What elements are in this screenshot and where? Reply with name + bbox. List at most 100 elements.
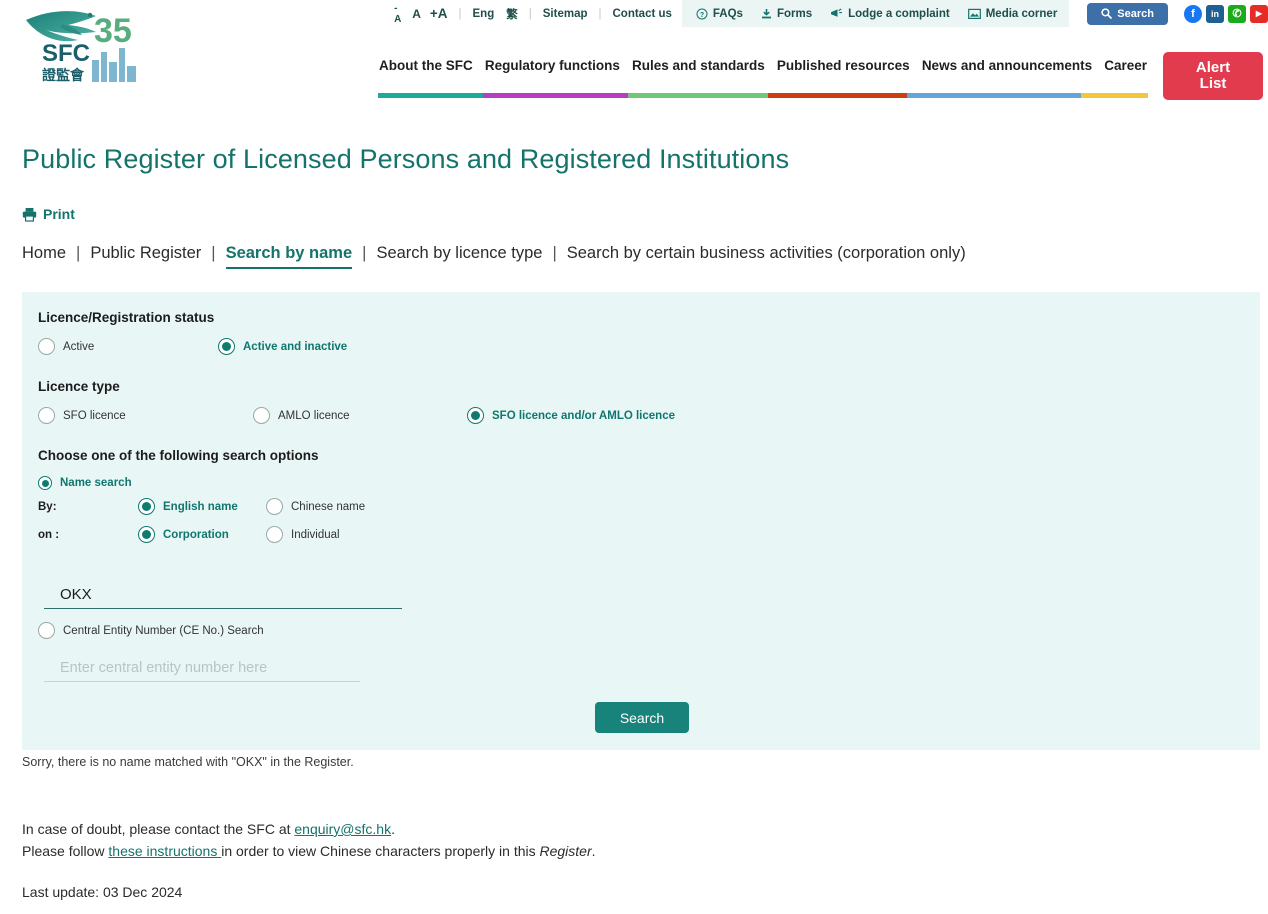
social-links: f in ✆ ▶ xyxy=(1184,4,1268,23)
radio-name-search[interactable]: Name search xyxy=(38,476,132,490)
question-circle-icon: ? xyxy=(696,8,708,20)
crumb-separator-4: | xyxy=(552,244,557,262)
topbar-separator-2: | xyxy=(528,7,532,20)
youtube-icon[interactable]: ▶ xyxy=(1250,4,1268,23)
footer-instructions-mid: in order to view Chinese characters prop… xyxy=(221,842,540,859)
radio-status-active-inactive[interactable]: Active and inactive xyxy=(218,338,347,355)
print-button[interactable]: Print xyxy=(22,206,75,222)
licence-type-group-title: Licence type xyxy=(38,379,120,394)
enquiry-email-link[interactable]: enquiry@sfc.hk xyxy=(294,821,391,837)
font-size-decrease-button[interactable]: -A xyxy=(394,3,403,25)
font-size-normal-button[interactable]: A xyxy=(412,7,421,21)
crumb-separator-2: | xyxy=(211,244,216,262)
sfc-logo[interactable]: 35 SFC 證監會 xyxy=(16,4,151,99)
radio-dot-sfo-licence xyxy=(38,407,55,424)
radio-label-ce-number-search: Central Entity Number (CE No.) Search xyxy=(63,624,264,637)
nav-item-about[interactable]: About the SFC xyxy=(379,58,473,73)
search-submit-button[interactable]: Search xyxy=(595,702,689,733)
media-corner-label: Media corner xyxy=(985,7,1058,20)
footer-contact-post: . xyxy=(391,821,395,837)
radio-chinese-name[interactable]: Chinese name xyxy=(266,498,365,515)
radio-individual[interactable]: Individual xyxy=(266,526,340,543)
svg-text:?: ? xyxy=(700,12,704,19)
printer-icon xyxy=(22,207,37,222)
footer-notes: In case of doubt, please contact the SFC… xyxy=(22,819,596,862)
nav-bar-career xyxy=(1081,93,1148,98)
crumb-home[interactable]: Home xyxy=(22,244,66,263)
crumb-separator-3: | xyxy=(362,244,367,262)
name-search-radio-row: Name search xyxy=(38,476,1260,490)
forms-link[interactable]: Forms xyxy=(761,8,812,20)
radio-sfo-licence[interactable]: SFO licence xyxy=(38,407,253,424)
radio-dot-sfo-and-or-amlo xyxy=(467,407,484,424)
radio-label-english-name: English name xyxy=(163,500,238,513)
site-search-button[interactable]: Search xyxy=(1087,2,1168,25)
linkedin-icon[interactable]: in xyxy=(1206,4,1224,23)
radio-sfo-and-or-amlo[interactable]: SFO licence and/or AMLO licence xyxy=(467,407,675,424)
radio-ce-number-search[interactable]: Central Entity Number (CE No.) Search xyxy=(38,622,264,639)
by-radio-row: By: English name Chinese name xyxy=(38,498,1260,515)
radio-label-chinese-name: Chinese name xyxy=(291,500,366,513)
nav-color-bars xyxy=(378,93,1148,98)
footer-instructions-pre: Please follow xyxy=(22,842,109,859)
radio-label-status-active: Active xyxy=(63,340,95,353)
radio-amlo-licence[interactable]: AMLO licence xyxy=(253,407,467,424)
crumb-search-by-business-activities[interactable]: Search by certain business activities (c… xyxy=(567,244,966,263)
facebook-icon[interactable]: f xyxy=(1184,4,1202,23)
crumb-public-register[interactable]: Public Register xyxy=(90,244,201,263)
nav-bar-rules xyxy=(628,93,768,98)
radio-label-individual: Individual xyxy=(291,528,340,541)
topbar-separator-1: | xyxy=(458,7,462,20)
topbar-separator-3: | xyxy=(598,7,602,20)
font-size-increase-button[interactable]: +A xyxy=(430,6,448,21)
svg-text:證監會: 證監會 xyxy=(42,67,85,84)
alert-list-button[interactable]: Alert List xyxy=(1163,52,1263,100)
search-result-message: Sorry, there is no name matched with "OK… xyxy=(22,755,354,769)
contact-us-link[interactable]: Contact us xyxy=(613,8,672,20)
these-instructions-link[interactable]: these instructions xyxy=(108,843,221,859)
radio-corporation[interactable]: Corporation xyxy=(138,526,266,543)
language-english-link[interactable]: Eng xyxy=(473,8,495,20)
sitemap-link[interactable]: Sitemap xyxy=(543,8,588,20)
crumb-search-by-licence-type[interactable]: Search by licence type xyxy=(376,244,542,263)
radio-label-amlo-licence: AMLO licence xyxy=(278,409,350,422)
nav-item-rules[interactable]: Rules and standards xyxy=(632,58,765,73)
search-icon xyxy=(1101,8,1113,19)
radio-dot-status-active-inactive xyxy=(218,338,235,355)
lodge-complaint-label: Lodge a complaint xyxy=(848,7,950,20)
radio-label-sfo-licence: SFO licence xyxy=(63,409,126,422)
radio-label-status-active-inactive: Active and inactive xyxy=(243,340,348,353)
svg-text:35: 35 xyxy=(94,12,132,50)
radio-english-name[interactable]: English name xyxy=(138,498,266,515)
nav-item-career[interactable]: Career xyxy=(1104,58,1147,73)
radio-dot-name-search xyxy=(38,476,52,490)
nav-bar-about xyxy=(378,93,483,98)
nav-item-published[interactable]: Published resources xyxy=(777,58,910,73)
search-options-group-title: Choose one of the following search optio… xyxy=(38,448,319,463)
breadcrumb: Home | Public Register | Search by name … xyxy=(22,244,966,269)
name-search-input[interactable] xyxy=(44,583,402,609)
language-chinese-link[interactable]: 繁 xyxy=(506,6,518,22)
radio-dot-ce-number-search xyxy=(38,622,55,639)
radio-label-corporation: Corporation xyxy=(163,528,229,541)
footer-line-contact: In case of doubt, please contact the SFC… xyxy=(22,819,596,841)
ce-search-radio-row: Central Entity Number (CE No.) Search xyxy=(38,622,264,639)
nav-item-regulatory[interactable]: Regulatory functions xyxy=(485,58,620,73)
lodge-complaint-link[interactable]: Lodge a complaint xyxy=(830,8,950,20)
licence-status-radio-row: Active Active and inactive xyxy=(38,338,1260,355)
main-navigation: About the SFC Regulatory functions Rules… xyxy=(378,58,1148,98)
radio-dot-amlo-licence xyxy=(253,407,270,424)
media-corner-link[interactable]: Media corner xyxy=(967,7,1058,20)
nav-item-news[interactable]: News and announcements xyxy=(922,58,1092,73)
forms-label: Forms xyxy=(776,7,813,20)
radio-dot-chinese-name xyxy=(266,498,283,515)
page-title: Public Register of Licensed Persons and … xyxy=(22,144,790,174)
crumb-search-by-name[interactable]: Search by name xyxy=(225,244,353,269)
footer-instructions-post: . xyxy=(591,842,596,859)
search-form-panel: Licence/Registration status Active Activ… xyxy=(22,292,1260,750)
radio-status-active[interactable]: Active xyxy=(38,338,218,355)
faqs-link[interactable]: ? FAQs xyxy=(696,8,743,20)
wechat-icon[interactable]: ✆ xyxy=(1228,4,1246,23)
top-utility-bar: -A A +A | Eng 繁 | Sitemap | Contact us ?… xyxy=(0,0,1268,27)
ce-number-input[interactable] xyxy=(44,656,360,682)
